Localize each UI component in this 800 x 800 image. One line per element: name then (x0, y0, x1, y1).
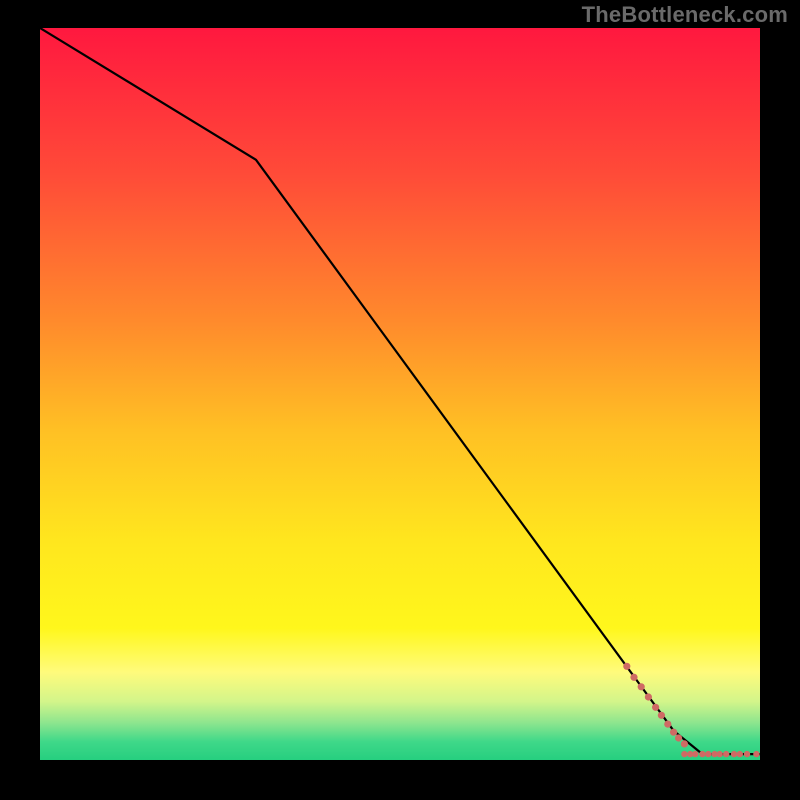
marker-point (670, 729, 677, 736)
marker-point (737, 751, 743, 757)
marker-point (675, 734, 682, 741)
bottleneck-chart (0, 0, 800, 800)
plot-background (40, 28, 760, 760)
marker-point (681, 751, 687, 757)
marker-point (681, 740, 688, 747)
marker-point (731, 751, 737, 757)
marker-point (717, 751, 723, 757)
marker-point (638, 683, 645, 690)
marker-point (664, 721, 671, 728)
marker-point (645, 693, 652, 700)
marker-point (753, 751, 759, 757)
watermark-text: TheBottleneck.com (582, 2, 788, 28)
marker-point (658, 712, 665, 719)
marker-point (705, 751, 711, 757)
marker-point (692, 751, 698, 757)
marker-point (723, 751, 729, 757)
marker-point (699, 751, 705, 757)
marker-point (652, 704, 659, 711)
chart-frame: TheBottleneck.com (0, 0, 800, 800)
marker-point (623, 663, 630, 670)
marker-point (630, 674, 637, 681)
marker-point (744, 751, 750, 757)
